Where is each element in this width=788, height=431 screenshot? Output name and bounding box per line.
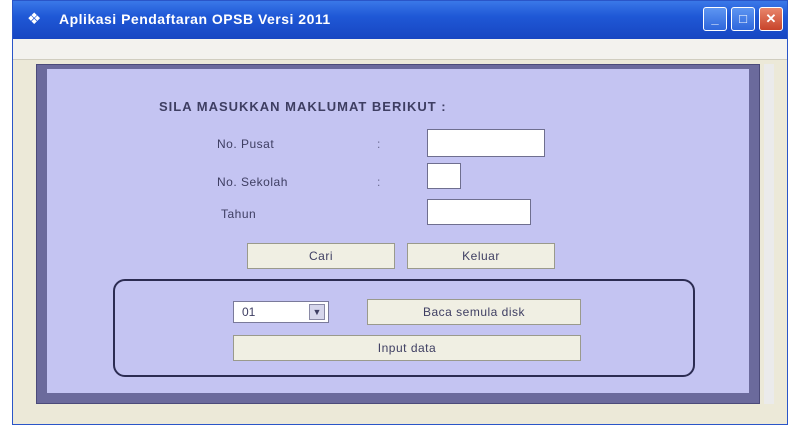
cari-button[interactable]: Cari <box>247 243 395 269</box>
tahun-label: Tahun <box>221 207 257 221</box>
keluar-button[interactable]: Keluar <box>407 243 555 269</box>
no-pusat-field[interactable] <box>427 129 545 157</box>
tahun-field[interactable] <box>427 199 531 225</box>
baca-semula-disk-button[interactable]: Baca semula disk <box>367 299 581 325</box>
title-bar[interactable]: ❖ Aplikasi Pendaftaran OPSB Versi 2011 _… <box>13 1 787 39</box>
drive-select[interactable]: 01 ▼ <box>233 301 329 323</box>
disk-group-box <box>113 279 695 377</box>
app-icon: ❖ <box>27 11 42 28</box>
window-title: Aplikasi Pendaftaran OPSB Versi 2011 <box>59 11 331 27</box>
form-panel: SILA MASUKKAN MAKLUMAT BERIKUT : No. Pus… <box>47 69 749 393</box>
form-frame: SILA MASUKKAN MAKLUMAT BERIKUT : No. Pus… <box>36 64 760 404</box>
menu-bar <box>13 39 787 60</box>
no-sekolah-field[interactable] <box>427 163 461 189</box>
no-sekolah-label: No. Sekolah <box>217 175 288 189</box>
window-edge <box>764 64 774 404</box>
maximize-button[interactable]: □ <box>731 7 755 31</box>
close-button[interactable]: ✕ <box>759 7 783 31</box>
colon-separator: : <box>377 137 381 151</box>
minimize-button[interactable]: _ <box>703 7 727 31</box>
chevron-down-icon[interactable]: ▼ <box>309 304 325 320</box>
input-data-button[interactable]: Input data <box>233 335 581 361</box>
colon-separator: : <box>377 175 381 189</box>
drive-select-value: 01 <box>242 305 256 319</box>
no-pusat-label: No. Pusat <box>217 137 275 151</box>
form-heading: SILA MASUKKAN MAKLUMAT BERIKUT : <box>159 99 447 114</box>
